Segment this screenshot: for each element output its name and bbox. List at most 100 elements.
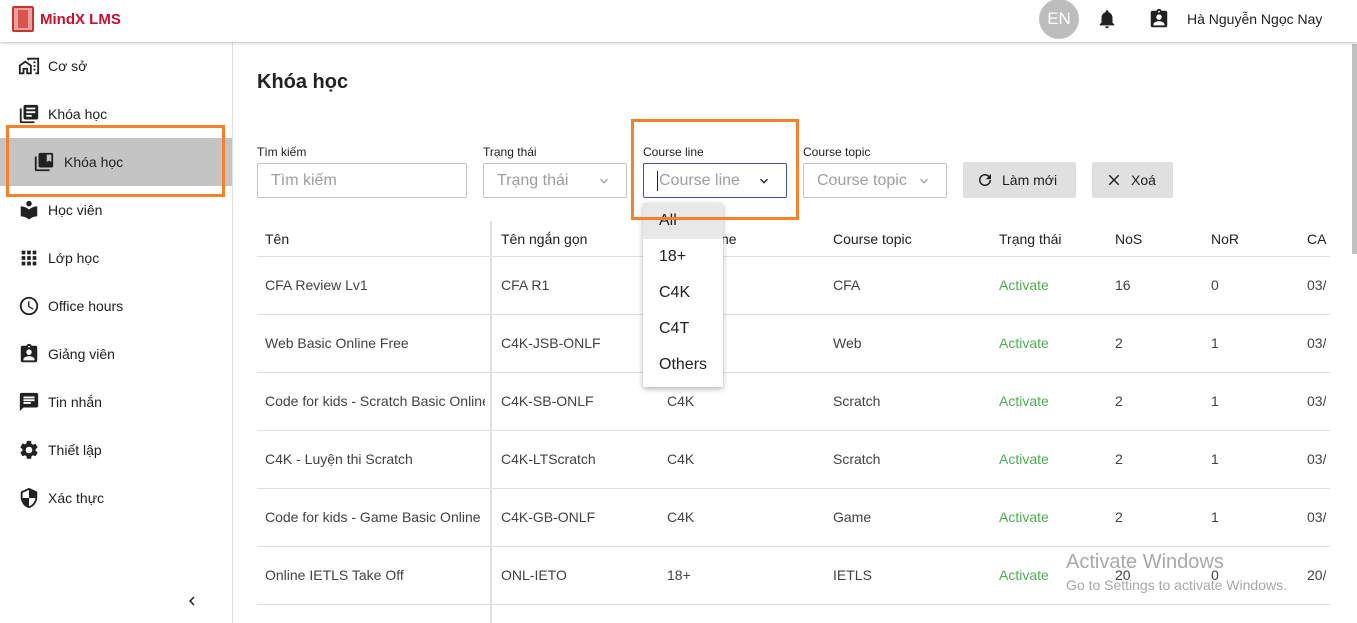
cell-status: Activate bbox=[999, 567, 1049, 583]
cell-nos: 2 bbox=[1115, 335, 1123, 351]
course-line-label: Course line bbox=[643, 145, 704, 159]
sidebar-item-label: Khóa học bbox=[48, 106, 108, 122]
table-row[interactable]: CFA Review Lv1 CFA R1 CFA Activate 16 0 … bbox=[257, 257, 1330, 315]
sidebar-subitem-khoa-hoc[interactable]: Khóa học bbox=[0, 138, 232, 186]
sidebar-item-thiet-lap[interactable]: Thiết lập bbox=[0, 426, 232, 474]
course-line-option[interactable]: C4T bbox=[643, 311, 723, 347]
sidebar-item-tin-nhan[interactable]: Tin nhắn bbox=[0, 378, 232, 426]
cell-course-topic: IETLS bbox=[833, 567, 872, 583]
cell-nor: 1 bbox=[1211, 451, 1219, 467]
header-course-topic[interactable]: Course topic bbox=[833, 231, 912, 247]
status-select[interactable]: Trạng thái bbox=[483, 163, 627, 198]
cell-course-line: C4K bbox=[667, 509, 695, 525]
cell-course-topic: CFA bbox=[833, 277, 861, 293]
search-label: Tìm kiếm bbox=[257, 145, 307, 159]
user-name[interactable]: Hà Nguyễn Ngọc Nay bbox=[1187, 11, 1322, 27]
sidebar-item-label: Thiết lập bbox=[48, 442, 102, 458]
logo-text: MindX LMS bbox=[40, 10, 121, 28]
table-row[interactable]: Web Basic Online Free C4K-JSB-ONLF Web A… bbox=[257, 315, 1330, 373]
course-topic-placeholder: Course topic bbox=[817, 171, 907, 189]
sidebar-item-label: Lớp học bbox=[48, 250, 100, 266]
header-trang-thai[interactable]: Trạng thái bbox=[999, 231, 1062, 247]
sidebar-item-lop-hoc[interactable]: Lớp học bbox=[0, 234, 232, 282]
text-caret bbox=[657, 170, 658, 191]
course-line-option[interactable]: 18+ bbox=[643, 239, 723, 275]
course-line-option[interactable]: Others bbox=[643, 347, 723, 383]
building-icon bbox=[18, 57, 40, 75]
badge-icon bbox=[20, 343, 38, 363]
cell-ca: 03/ bbox=[1307, 451, 1327, 467]
page-title: Khóa học bbox=[257, 71, 349, 93]
cell-course-topic: Scratch bbox=[833, 451, 881, 467]
cell-nor: 1 bbox=[1211, 509, 1219, 525]
course-topic-label: Course topic bbox=[803, 145, 871, 159]
search-input[interactable]: Tìm kiếm bbox=[257, 163, 467, 198]
windows-watermark-title: Activate Windows bbox=[1066, 551, 1224, 573]
cell-ten: Code for kids - Game Basic Online bbox=[265, 509, 481, 525]
course-line-option[interactable]: C4K bbox=[643, 275, 723, 311]
course-topic-select[interactable]: Course topic bbox=[803, 163, 947, 198]
vertical-scrollbar[interactable] bbox=[1352, 44, 1357, 254]
sidebar-item-xac-thuc[interactable]: Xác thực bbox=[0, 474, 232, 522]
cell-ten-ngan-gon: C4K-SB-ONLF bbox=[501, 393, 594, 409]
cell-course-topic: Game bbox=[833, 509, 872, 525]
cell-nos: 16 bbox=[1115, 277, 1131, 293]
cell-nor: 0 bbox=[1211, 277, 1219, 293]
clear-button[interactable]: Xoá bbox=[1092, 162, 1173, 198]
top-bar: MindX LMS EN Hà Nguyễn Ngọc Nay bbox=[0, 0, 1357, 42]
cell-nos: 2 bbox=[1115, 509, 1123, 525]
cell-course-line: C4K bbox=[667, 451, 695, 467]
refresh-button[interactable]: Làm mới bbox=[963, 162, 1076, 198]
message-icon bbox=[19, 392, 39, 412]
clock-icon bbox=[19, 296, 39, 316]
sidebar-item-co-so[interactable]: Cơ sở bbox=[0, 42, 232, 90]
sidebar: Cơ sở Khóa học Khóa học Học viên Lớp học… bbox=[0, 42, 233, 623]
shield-icon bbox=[20, 487, 38, 509]
cell-course-line: 18+ bbox=[667, 567, 691, 583]
cell-status: Activate bbox=[999, 393, 1049, 409]
header-nor[interactable]: NoR bbox=[1211, 231, 1239, 247]
cell-ten: Web Basic Online Free bbox=[265, 335, 409, 351]
chevron-left-icon[interactable] bbox=[183, 592, 201, 610]
cell-nos: 2 bbox=[1115, 393, 1123, 409]
cell-ten: CFA Review Lv1 bbox=[265, 277, 368, 293]
sidebar-item-giang-vien[interactable]: Giảng viên bbox=[0, 330, 232, 378]
table-row[interactable]: Code for kids - Game Basic Online C4K-GB… bbox=[257, 489, 1330, 547]
course-line-option[interactable]: All bbox=[643, 203, 723, 239]
table-header: Tên Tên ngắn gọn ne Course topic Trạng t… bbox=[257, 221, 1330, 257]
course-line-select[interactable]: Course line bbox=[643, 163, 787, 198]
header-ten-ngan-gon[interactable]: Tên ngắn gọn bbox=[501, 231, 587, 247]
table-row[interactable]: C4K - Luyện thi Scratch C4K-LTScratch C4… bbox=[257, 431, 1330, 489]
cell-ten: Online IETLS Take Off bbox=[265, 567, 404, 583]
cell-course-topic: Web bbox=[833, 335, 862, 351]
bell-icon[interactable] bbox=[1096, 8, 1118, 30]
sidebar-item-hoc-vien[interactable]: Học viên bbox=[0, 186, 232, 234]
cell-ten-ngan-gon: C4K-JSB-ONLF bbox=[501, 335, 601, 351]
cell-ten-ngan-gon: ONL-IETO bbox=[501, 567, 567, 583]
cell-ca: 03/ bbox=[1307, 335, 1327, 351]
header-nos[interactable]: NoS bbox=[1115, 231, 1142, 247]
windows-watermark-subtitle: Go to Settings to activate Windows. bbox=[1066, 577, 1287, 593]
cell-ten: Code for kids - Scratch Basic Online bbox=[265, 393, 485, 409]
cell-ten-ngan-gon: C4K-LTScratch bbox=[501, 451, 596, 467]
header-course-line[interactable]: ne bbox=[721, 231, 737, 247]
header-ten[interactable]: Tên bbox=[265, 231, 289, 247]
cell-course-topic: Scratch bbox=[833, 393, 881, 409]
sidebar-item-label: Cơ sở bbox=[48, 58, 88, 74]
library-books-icon bbox=[34, 152, 54, 172]
table-row[interactable]: Code for kids - Scratch Basic Online C4K… bbox=[257, 373, 1330, 431]
chevron-down-icon bbox=[920, 178, 928, 184]
header-ca[interactable]: CA bbox=[1307, 231, 1326, 247]
cell-status: Activate bbox=[999, 335, 1049, 351]
app-logo[interactable]: MindX LMS bbox=[12, 6, 121, 32]
status-placeholder: Trạng thái bbox=[497, 171, 569, 189]
chevron-down-icon bbox=[600, 178, 608, 184]
status-label: Trạng thái bbox=[483, 145, 537, 159]
language-button[interactable]: EN bbox=[1039, 0, 1079, 39]
sidebar-item-khoa-hoc[interactable]: Khóa học bbox=[0, 90, 232, 138]
user-badge-icon[interactable] bbox=[1148, 7, 1170, 31]
sidebar-item-office-hours[interactable]: Office hours bbox=[0, 282, 232, 330]
logo-book-icon bbox=[12, 6, 34, 32]
cell-ca: 03/ bbox=[1307, 393, 1327, 409]
book-list-icon bbox=[19, 104, 39, 124]
